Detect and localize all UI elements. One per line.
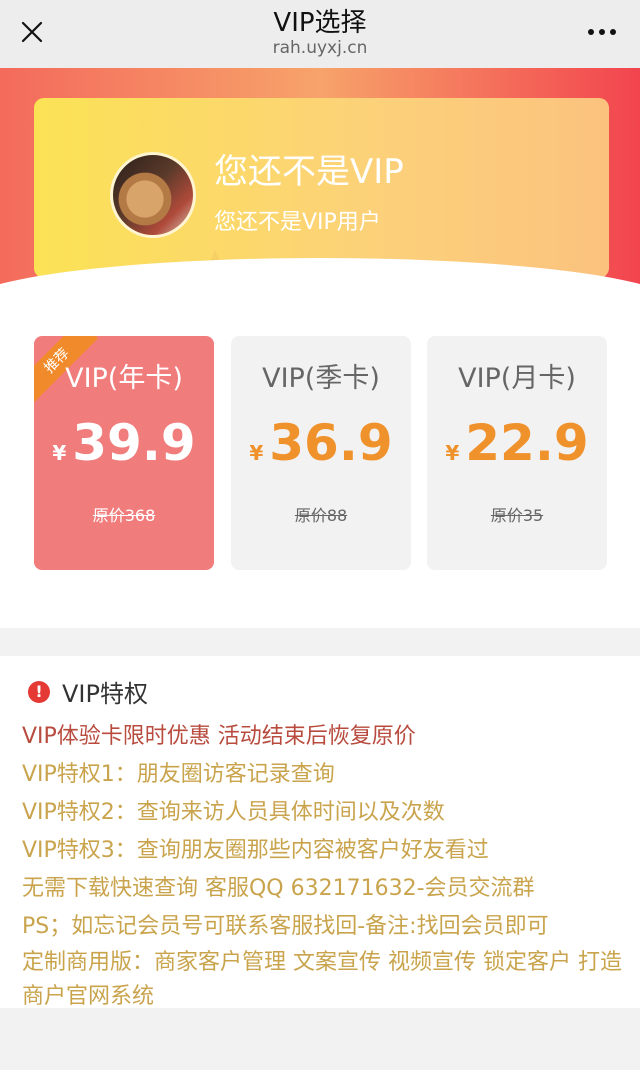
plan-name: VIP(年卡) (65, 363, 183, 394)
top-bar: VIP选择 rah.uyxj.cn (0, 0, 640, 68)
currency-symbol: ¥ (52, 441, 67, 465)
privilege-line: VIP特权2：查询来访人员具体时间以及次数 (22, 800, 445, 825)
privilege-line-custom: 定制商用版：商家客户管理 文案宣传 视频宣传 锁定客户 打造商户官网系统 (22, 950, 622, 1009)
plan-card-year[interactable]: 推荐 VIP(年卡) ¥ 39.9 原价368 (34, 336, 214, 570)
more-button[interactable] (582, 14, 622, 50)
plan-name: VIP(季卡) (262, 363, 380, 394)
currency-symbol: ¥ (249, 441, 264, 465)
info-icon: ! (28, 680, 50, 703)
page-title: VIP选择 (273, 8, 367, 38)
plan-card-season[interactable]: VIP(季卡) ¥ 36.9 原价88 (231, 336, 411, 570)
price-amount: 39.9 (72, 414, 196, 472)
plan-price: ¥ 36.9 (231, 414, 411, 472)
original-price: 原价35 (490, 506, 544, 525)
more-icon (588, 29, 616, 35)
privileges-section: ! VIP特权 VIP体验卡限时优惠 活动结束后恢复原价 VIP特权1：朋友圈访… (0, 656, 640, 1009)
avatar (110, 152, 196, 238)
page-domain: rah.uyxj.cn (272, 38, 368, 58)
privileges-header: ! VIP特权 (28, 674, 148, 709)
currency-symbol: ¥ (445, 441, 460, 465)
privileges-title: VIP特权 (62, 680, 148, 708)
privilege-line: VIP体验卡限时优惠 活动结束后恢复原价 (22, 724, 416, 749)
vip-status-title: 您还不是VIP (214, 152, 404, 192)
privilege-line: VIP特权1：朋友圈访客记录查询 (22, 762, 335, 787)
privilege-line: 无需下载快速查询 客服QQ 632171632-会员交流群 (22, 876, 535, 901)
price-amount: 36.9 (269, 414, 393, 472)
original-price: 原价88 (294, 506, 348, 525)
bottom-spacer (0, 1008, 640, 1070)
price-amount: 22.9 (465, 414, 589, 472)
privilege-line: VIP特权3：查询朋友圈那些内容被客户好友看过 (22, 838, 489, 863)
plan-price: ¥ 39.9 (34, 414, 214, 472)
vip-status-subtitle: 您还不是VIP用户 (214, 210, 381, 235)
original-price: 原价368 (92, 506, 156, 525)
plan-card-month[interactable]: VIP(月卡) ¥ 22.9 原价35 (427, 336, 607, 570)
plan-name: VIP(月卡) (458, 363, 576, 394)
plan-price: ¥ 22.9 (427, 414, 607, 472)
privilege-line: PS；如忘记会员号可联系客服找回-备注:找回会员即可 (22, 914, 549, 939)
